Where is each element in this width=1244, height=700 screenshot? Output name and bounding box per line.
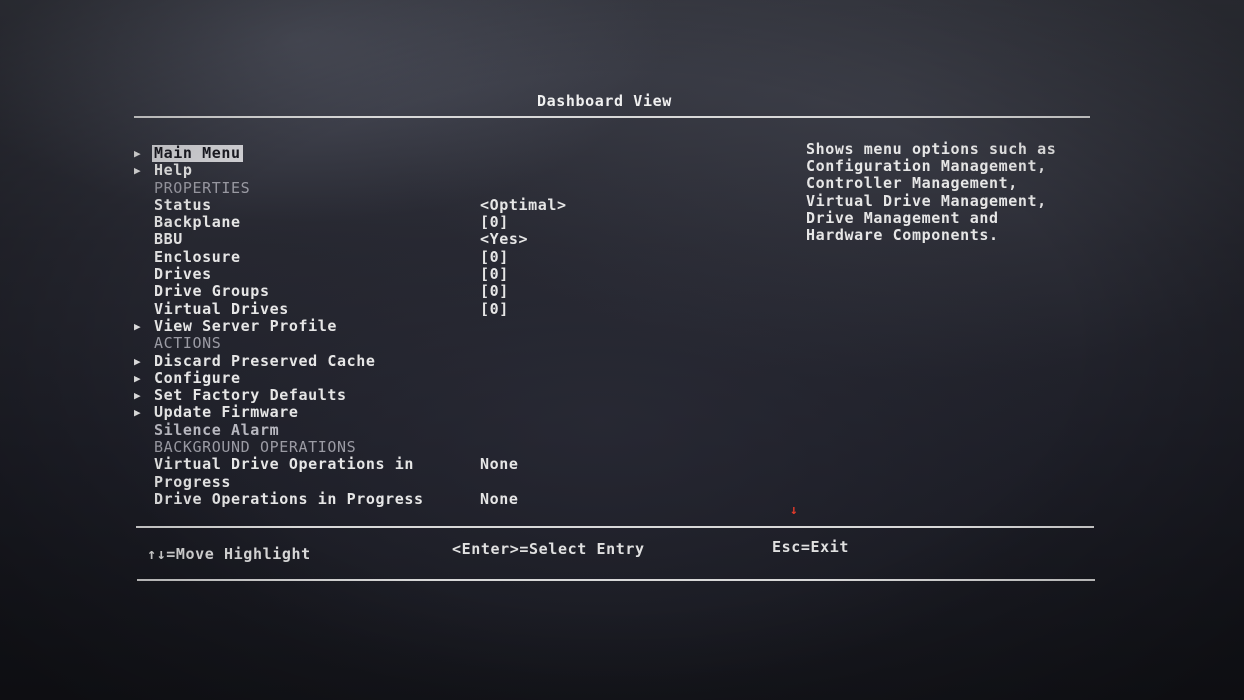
property-vd-operations: Virtual Drive Operations in None bbox=[134, 456, 594, 473]
submenu-arrow-icon: ▶ bbox=[134, 319, 142, 333]
property-value: [0] bbox=[480, 282, 509, 301]
property-value: [0] bbox=[480, 265, 509, 284]
property-value: None bbox=[480, 455, 519, 474]
property-backplane[interactable]: Backplane [0] bbox=[134, 214, 594, 231]
property-status[interactable]: Status <Optimal> bbox=[134, 195, 594, 214]
menu-item-main-menu[interactable]: ▶ Main Menu bbox=[134, 145, 594, 162]
property-label: Enclosure bbox=[154, 247, 241, 266]
submenu-arrow-icon: ▶ bbox=[134, 354, 142, 368]
help-line: Controller Management, bbox=[806, 174, 1018, 193]
menu-item-label: View Server Profile bbox=[154, 316, 337, 335]
menu-item-set-factory-defaults[interactable]: ▶ Set Factory Defaults bbox=[134, 387, 594, 404]
menu-item-label: Silence Alarm bbox=[154, 420, 280, 439]
property-value: [0] bbox=[480, 299, 509, 318]
menu-item-discard-preserved-cache[interactable]: ▶ Discard Preserved Cache bbox=[134, 351, 594, 370]
property-drive-operations: Drive Operations in Progress None bbox=[134, 489, 594, 508]
bios-screen: Dashboard View ▶ Main Menu ▶ Help PROPER… bbox=[0, 0, 1244, 700]
property-label: Drives bbox=[154, 265, 212, 284]
help-line: Shows menu options such as bbox=[806, 140, 1057, 158]
property-virtual-drives[interactable]: Virtual Drives [0] bbox=[134, 299, 594, 318]
menu-item-update-firmware[interactable]: ▶ Update Firmware bbox=[134, 404, 594, 421]
property-value: [0] bbox=[480, 213, 509, 232]
section-actions: ACTIONS bbox=[134, 335, 594, 352]
submenu-arrow-icon: ▶ bbox=[134, 164, 142, 178]
help-line: Virtual Drive Management, bbox=[806, 191, 1047, 210]
property-label: Progress bbox=[154, 472, 232, 491]
menu-item-label: Main Menu bbox=[152, 144, 243, 162]
submenu-arrow-icon: ▶ bbox=[134, 389, 142, 403]
property-enclosure[interactable]: Enclosure [0] bbox=[134, 247, 594, 266]
property-drives[interactable]: Drives [0] bbox=[134, 266, 594, 283]
section-background-operations: BACKGROUND OPERATIONS bbox=[134, 439, 594, 456]
footer-move-hint: ↑↓=Move Highlight bbox=[147, 545, 311, 563]
dashboard-menu: ▶ Main Menu ▶ Help PROPERTIES Status <Op… bbox=[134, 145, 594, 508]
property-label: Drive Groups bbox=[154, 282, 270, 301]
help-line: Drive Management and bbox=[806, 208, 999, 227]
section-header: PROPERTIES bbox=[154, 178, 251, 197]
footer-top-divider bbox=[136, 526, 1094, 528]
property-drive-groups[interactable]: Drive Groups [0] bbox=[134, 283, 594, 300]
title-divider bbox=[134, 116, 1090, 118]
menu-item-label: Help bbox=[154, 161, 193, 180]
footer-select-hint: <Enter>=Select Entry bbox=[452, 540, 645, 558]
menu-item-silence-alarm[interactable]: Silence Alarm bbox=[134, 420, 594, 439]
section-header: BACKGROUND OPERATIONS bbox=[154, 438, 357, 457]
property-value: <Yes> bbox=[480, 230, 529, 249]
property-label: Virtual Drives bbox=[154, 299, 289, 318]
help-panel: Shows menu options such as Configuration… bbox=[806, 140, 1076, 245]
menu-item-label: Set Factory Defaults bbox=[154, 386, 347, 405]
property-bbu[interactable]: BBU <Yes> bbox=[134, 231, 594, 248]
submenu-arrow-icon: ▶ bbox=[134, 406, 142, 420]
help-line: Configuration Management, bbox=[806, 157, 1047, 176]
property-label: Backplane bbox=[154, 213, 241, 232]
menu-item-view-server-profile[interactable]: ▶ View Server Profile bbox=[134, 316, 594, 335]
footer-bottom-divider bbox=[137, 579, 1095, 581]
property-value: <Optimal> bbox=[480, 195, 567, 214]
footer-exit-hint: Esc=Exit bbox=[772, 538, 850, 556]
property-label: BBU bbox=[154, 230, 183, 249]
submenu-arrow-icon: ▶ bbox=[134, 147, 142, 160]
section-header: ACTIONS bbox=[154, 334, 222, 353]
property-label: Status bbox=[154, 195, 212, 214]
help-line: Hardware Components. bbox=[806, 226, 999, 245]
menu-item-help[interactable]: ▶ Help bbox=[134, 162, 594, 179]
menu-item-label: Update Firmware bbox=[154, 403, 299, 422]
section-properties: PROPERTIES bbox=[134, 178, 594, 197]
property-value: None bbox=[480, 489, 519, 508]
property-vd-operations-cont: Progress bbox=[134, 472, 594, 491]
red-arrow-marker-icon: ↓ bbox=[790, 503, 799, 518]
menu-item-label: Configure bbox=[154, 368, 241, 387]
property-label: Virtual Drive Operations in bbox=[154, 455, 415, 474]
menu-item-configure[interactable]: ▶ Configure bbox=[134, 368, 594, 387]
property-label: Drive Operations in Progress bbox=[154, 489, 424, 508]
property-value: [0] bbox=[480, 247, 509, 266]
submenu-arrow-icon: ▶ bbox=[134, 371, 142, 385]
menu-item-label: Discard Preserved Cache bbox=[154, 351, 376, 370]
page-title: Dashboard View bbox=[537, 92, 672, 110]
